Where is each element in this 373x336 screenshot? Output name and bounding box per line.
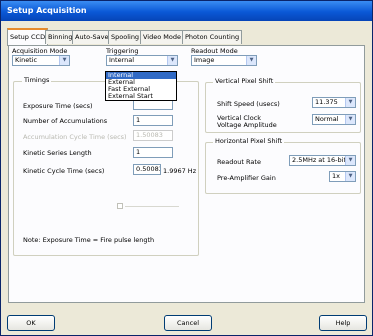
setup-acquisition-dialog: Setup Acquisition Setup CCD Binning Auto… [0, 0, 373, 336]
chevron-down-icon: ▼ [167, 56, 177, 65]
help-button[interactable]: Help [319, 315, 367, 331]
accumulation-cycle-label: Accumulation Cycle Time (secs) [23, 133, 127, 141]
triggering-label: Triggering [106, 47, 139, 55]
readout-mode-select[interactable]: Image ▼ [191, 55, 257, 66]
accumulations-field[interactable]: 1 [133, 115, 173, 126]
vertical-clock-select[interactable]: Normal ▼ [312, 114, 356, 125]
kinetic-series-length-label: Kinetic Series Length [23, 149, 92, 157]
chevron-down-icon: ▼ [246, 56, 256, 65]
readout-mode-label: Readout Mode [191, 47, 238, 55]
shift-speed-label: Shift Speed (usecs) [217, 100, 280, 108]
tab-spooling[interactable]: Spooling [108, 30, 143, 44]
tab-binning[interactable]: Binning [45, 30, 76, 44]
shift-speed-select[interactable]: 11.375 ▼ [312, 97, 356, 108]
accumulation-cycle-field[interactable]: 1.50083 [133, 130, 173, 141]
preamp-gain-label: Pre-Amplifier Gain [217, 174, 276, 182]
shift-speed-value: 11.375 [315, 98, 338, 106]
chevron-down-icon: ▼ [345, 156, 355, 165]
acquisition-mode-select[interactable]: Kinetic ▼ [12, 55, 70, 66]
voltage-amplitude-label: Voltage Amplitude [217, 121, 277, 129]
tab-setup-ccd[interactable]: Setup CCD [7, 28, 49, 46]
vertical-shift-title: Vertical Pixel Shift [213, 77, 276, 85]
disabled-checkbox[interactable] [117, 203, 123, 209]
triggering-option-external-start[interactable]: External Start [106, 93, 176, 100]
chevron-down-icon: ▼ [345, 172, 355, 181]
ok-button[interactable]: OK [7, 315, 55, 331]
disabled-checkbox-label [125, 206, 179, 207]
acquisition-mode-label: Acquisition Mode [12, 47, 68, 55]
readout-rate-label: Readout Rate [217, 158, 261, 166]
kinetic-series-length-field[interactable]: 1 [133, 147, 173, 158]
tab-video-mode[interactable]: Video Mode [140, 30, 184, 44]
chevron-down-icon: ▼ [345, 115, 355, 124]
chevron-down-icon: ▼ [59, 56, 69, 65]
exposure-note: Note: Exposure Time = Fire pulse length [23, 236, 155, 244]
preamp-gain-select[interactable]: 1x ▼ [329, 171, 356, 182]
horizontal-shift-title: Horizontal Pixel Shift [213, 137, 285, 145]
chevron-down-icon: ▼ [345, 98, 355, 107]
readout-rate-value: 2.5MHz at 16-bit [292, 156, 347, 164]
exposure-time-label: Exposure Time (secs) [23, 102, 93, 110]
preamp-gain-value: 1x [332, 172, 340, 180]
timings-title: Timings [22, 76, 52, 84]
setup-ccd-panel: Acquisition Mode Kinetic ▼ Triggering In… [8, 45, 365, 303]
cancel-button[interactable]: Cancel [164, 315, 212, 331]
kinetic-cycle-time-label: Kinetic Cycle Time (secs) [23, 167, 105, 175]
accumulations-label: Number of Accumulations [23, 117, 108, 125]
vertical-clock-value: Normal [315, 115, 339, 123]
triggering-value: Internal [109, 56, 135, 64]
triggering-dropdown-list: Internal External Fast External External… [105, 71, 177, 101]
horizontal-shift-group [205, 142, 361, 194]
readout-rate-select[interactable]: 2.5MHz at 16-bit ▼ [289, 155, 356, 166]
triggering-select[interactable]: Internal ▼ [106, 55, 178, 66]
acquisition-mode-value: Kinetic [15, 56, 38, 64]
tab-photon-counting[interactable]: Photon Counting [182, 30, 243, 44]
tab-auto-save[interactable]: Auto-Save [72, 30, 112, 44]
readout-mode-value: Image [194, 56, 215, 64]
kinetic-cycle-frequency: 1.9967 Hz [163, 167, 197, 175]
kinetic-cycle-time-field[interactable]: 0.50083 [133, 164, 161, 175]
window-title: Setup Acquisition [1, 1, 372, 21]
